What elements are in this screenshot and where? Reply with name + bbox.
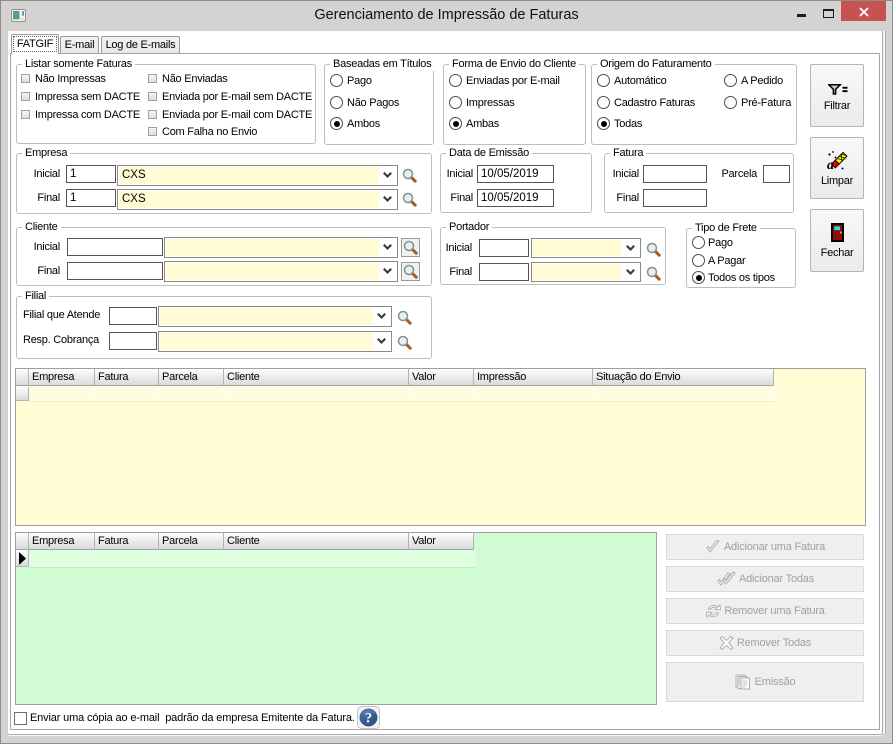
- svg-text:a: a: [827, 158, 834, 173]
- svg-text:?: ?: [365, 711, 372, 727]
